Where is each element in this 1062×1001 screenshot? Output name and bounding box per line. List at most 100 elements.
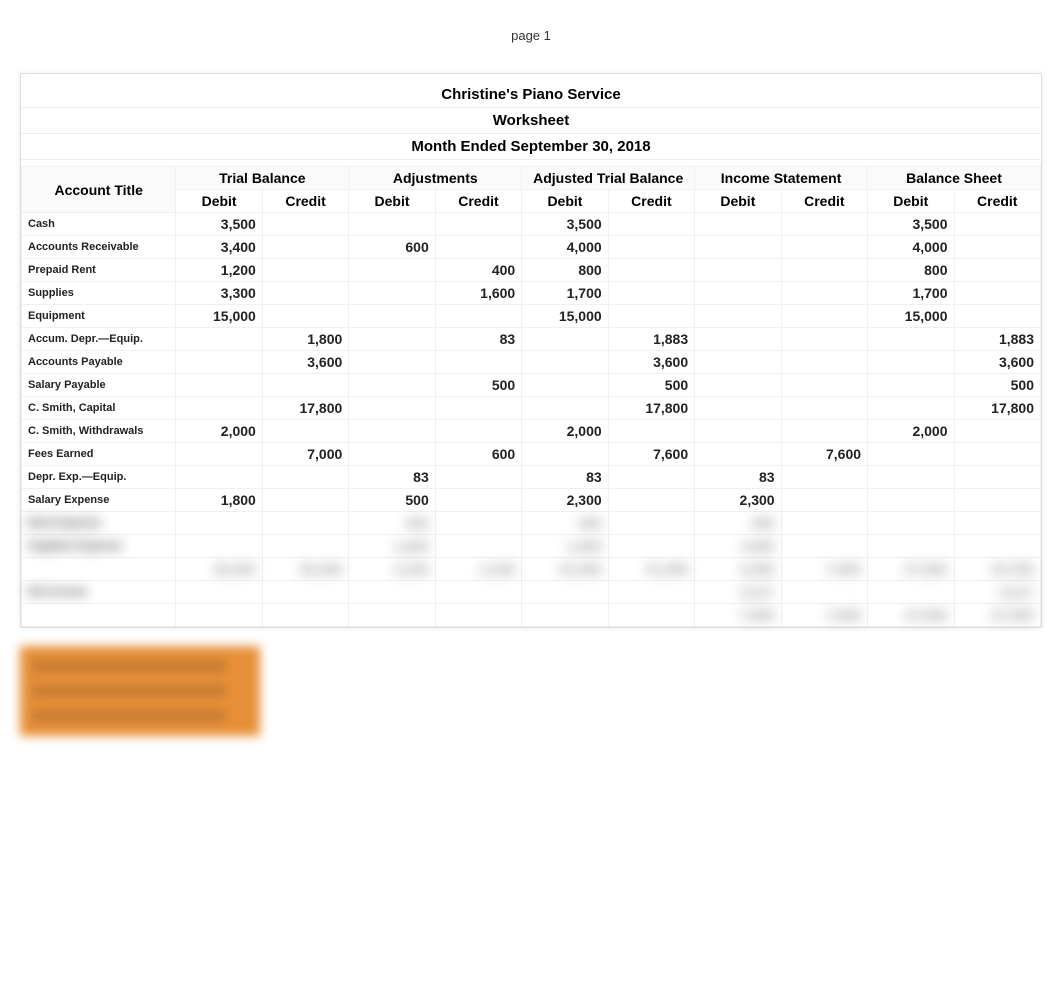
adj-credit-cell xyxy=(435,397,521,420)
bs-debit-cell: 1,700 xyxy=(868,282,954,305)
tb-debit-cell xyxy=(176,604,262,627)
is-credit-cell: 7,600 xyxy=(781,443,867,466)
atb-debit-cell: 800 xyxy=(522,259,608,282)
is-debit-cell: 1,600 xyxy=(695,535,781,558)
tb-credit-cell xyxy=(262,581,348,604)
account-cell: Depr. Exp.—Equip. xyxy=(22,466,176,489)
bs-credit-cell: 27,000 xyxy=(954,604,1041,627)
is-debit-cell xyxy=(695,443,781,466)
tb-debit-cell xyxy=(176,397,262,420)
adj-credit-cell: 500 xyxy=(435,374,521,397)
adj-debit-cell: 3,183 xyxy=(349,558,435,581)
adj-debit-cell: 83 xyxy=(349,466,435,489)
tb-credit-cell: 30,200 xyxy=(262,558,348,581)
bs-debit-cell xyxy=(868,581,954,604)
tb-credit-cell: 7,000 xyxy=(262,443,348,466)
adj-debit-cell: 600 xyxy=(349,236,435,259)
tb-debit-cell: 2,000 xyxy=(176,420,262,443)
adj-credit-cell xyxy=(435,466,521,489)
bs-credit-cell xyxy=(954,535,1041,558)
account-cell: Accum. Depr.—Equip. xyxy=(22,328,176,351)
bs-credit-cell xyxy=(954,466,1041,489)
is-credit-cell xyxy=(781,397,867,420)
bs-debit-cell xyxy=(868,535,954,558)
adj-debit-cell xyxy=(349,328,435,351)
account-cell: Salary Expense xyxy=(22,489,176,512)
tb-credit-cell xyxy=(262,259,348,282)
adj-debit-cell xyxy=(349,443,435,466)
is-debit-cell xyxy=(695,282,781,305)
company-name: Christine's Piano Service xyxy=(21,82,1041,108)
is-credit-cell xyxy=(781,259,867,282)
atb-credit: Credit xyxy=(608,190,694,213)
atb-debit-cell: 1,600 xyxy=(522,535,608,558)
is-credit-cell xyxy=(781,374,867,397)
atb-credit-cell xyxy=(608,512,694,535)
adj-debit-cell xyxy=(349,420,435,443)
atb-credit-cell xyxy=(608,213,694,236)
atb-credit-cell: 1,883 xyxy=(608,328,694,351)
tb-debit-cell xyxy=(176,351,262,374)
bs-credit-cell: 3,217 xyxy=(954,581,1041,604)
tb-debit-cell xyxy=(176,443,262,466)
bs-debit-cell: 4,000 xyxy=(868,236,954,259)
bs-debit-cell xyxy=(868,466,954,489)
bs-debit-cell xyxy=(868,351,954,374)
is-debit-cell xyxy=(695,259,781,282)
atb-debit-cell: 2,300 xyxy=(522,489,608,512)
bs-debit-cell xyxy=(868,397,954,420)
adj-credit-cell: 3,183 xyxy=(435,558,521,581)
bs-credit-cell xyxy=(954,512,1041,535)
table-body: Cash3,5003,5003,500Accounts Receivable3,… xyxy=(22,213,1041,512)
atb-debit-cell xyxy=(522,351,608,374)
summary-card-blurred xyxy=(20,646,260,736)
tb-debit: Debit xyxy=(176,190,262,213)
is-credit-cell xyxy=(781,489,867,512)
adj-credit-cell xyxy=(435,236,521,259)
adj-credit-cell xyxy=(435,535,521,558)
adj-debit: Debit xyxy=(349,190,435,213)
account-cell: Cash xyxy=(22,213,176,236)
adj-credit-cell xyxy=(435,512,521,535)
account-cell: Supplies xyxy=(22,282,176,305)
tb-credit: Credit xyxy=(262,190,348,213)
atb-credit-cell xyxy=(608,466,694,489)
table-row: Accounts Receivable3,4006004,0004,000 xyxy=(22,236,1041,259)
atb-debit-cell xyxy=(522,328,608,351)
is-debit-cell xyxy=(695,420,781,443)
atb-credit-cell xyxy=(608,489,694,512)
adj-debit-cell: 500 xyxy=(349,489,435,512)
atb-debit-cell xyxy=(522,374,608,397)
tb-credit-cell: 3,600 xyxy=(262,351,348,374)
tb-credit-cell xyxy=(262,420,348,443)
doc-type: Worksheet xyxy=(21,108,1041,134)
table-row: 30,20030,2003,1833,18331,38331,3834,3837… xyxy=(22,558,1041,581)
tb-credit-cell xyxy=(262,236,348,259)
is-credit-cell xyxy=(781,282,867,305)
bs-debit-cell xyxy=(868,374,954,397)
col-balance-sheet: Balance Sheet xyxy=(868,167,1041,190)
bs-credit-cell xyxy=(954,259,1041,282)
tb-debit-cell: 30,200 xyxy=(176,558,262,581)
account-cell: Prepaid Rent xyxy=(22,259,176,282)
bs-credit: Credit xyxy=(954,190,1041,213)
table-row: Equipment15,00015,00015,000 xyxy=(22,305,1041,328)
atb-credit-cell: 500 xyxy=(608,374,694,397)
tb-debit-cell xyxy=(176,466,262,489)
adj-credit-cell: 400 xyxy=(435,259,521,282)
is-credit-cell xyxy=(781,581,867,604)
tb-credit-cell xyxy=(262,213,348,236)
is-debit-cell xyxy=(695,213,781,236)
table-row: Supplies Expense1,6001,6001,600 xyxy=(22,535,1041,558)
tb-debit-cell xyxy=(176,374,262,397)
is-credit-cell xyxy=(781,351,867,374)
section-header-row: Account Title Trial Balance Adjustments … xyxy=(22,167,1041,190)
bs-credit-cell xyxy=(954,420,1041,443)
adj-credit: Credit xyxy=(435,190,521,213)
atb-debit-cell: 4,000 xyxy=(522,236,608,259)
period: Month Ended September 30, 2018 xyxy=(21,134,1041,160)
is-debit-cell: 4,383 xyxy=(695,558,781,581)
worksheet: Christine's Piano Service Worksheet Mont… xyxy=(20,73,1042,628)
tb-credit-cell: 1,800 xyxy=(262,328,348,351)
is-credit-cell xyxy=(781,305,867,328)
